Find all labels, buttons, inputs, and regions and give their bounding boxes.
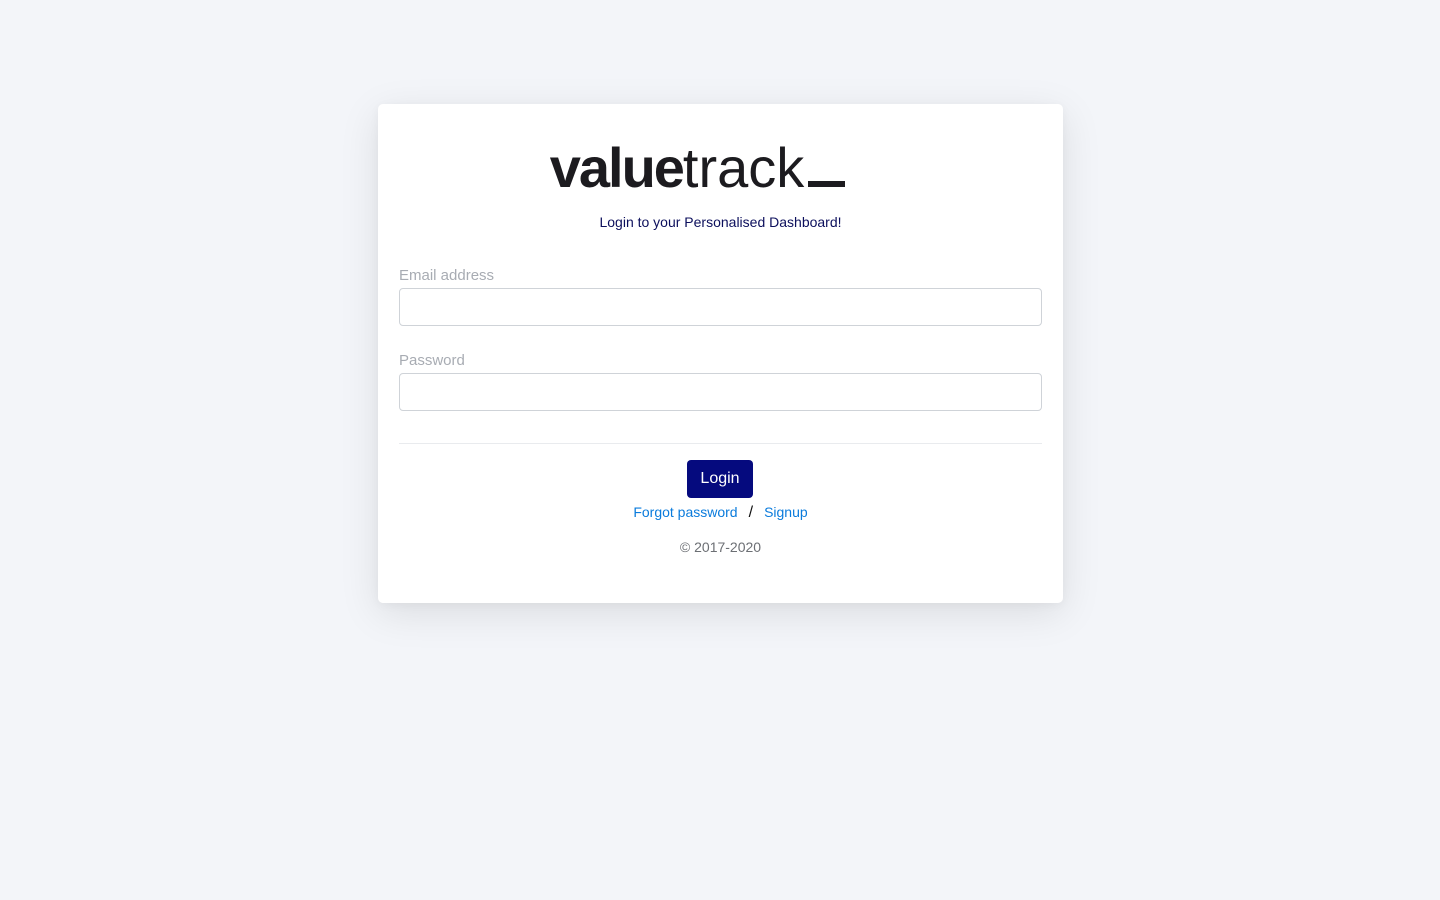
login-button[interactable]: Login	[687, 460, 753, 498]
login-tagline: Login to your Personalised Dashboard!	[599, 214, 842, 230]
valuetrack-logo: valuetrack	[378, 140, 1063, 196]
signup-link[interactable]: Signup	[764, 504, 808, 520]
copyright-text: © 2017-2020	[679, 539, 762, 555]
email-field[interactable]	[399, 288, 1042, 326]
password-field[interactable]	[399, 373, 1042, 411]
email-label: Email address	[399, 267, 495, 284]
logo-underscore-mark	[808, 181, 846, 187]
login-card: valuetrack Login to your Personalised Da…	[378, 104, 1063, 603]
logo-text-bold: value	[549, 136, 685, 199]
forgot-password-link[interactable]: Forgot password	[633, 504, 737, 520]
links-separator: /	[748, 504, 754, 521]
logo-text-light: track	[682, 136, 805, 199]
password-label: Password	[399, 352, 465, 369]
auth-links: Forgot password / Signup	[378, 504, 1063, 522]
form-divider	[399, 443, 1042, 444]
